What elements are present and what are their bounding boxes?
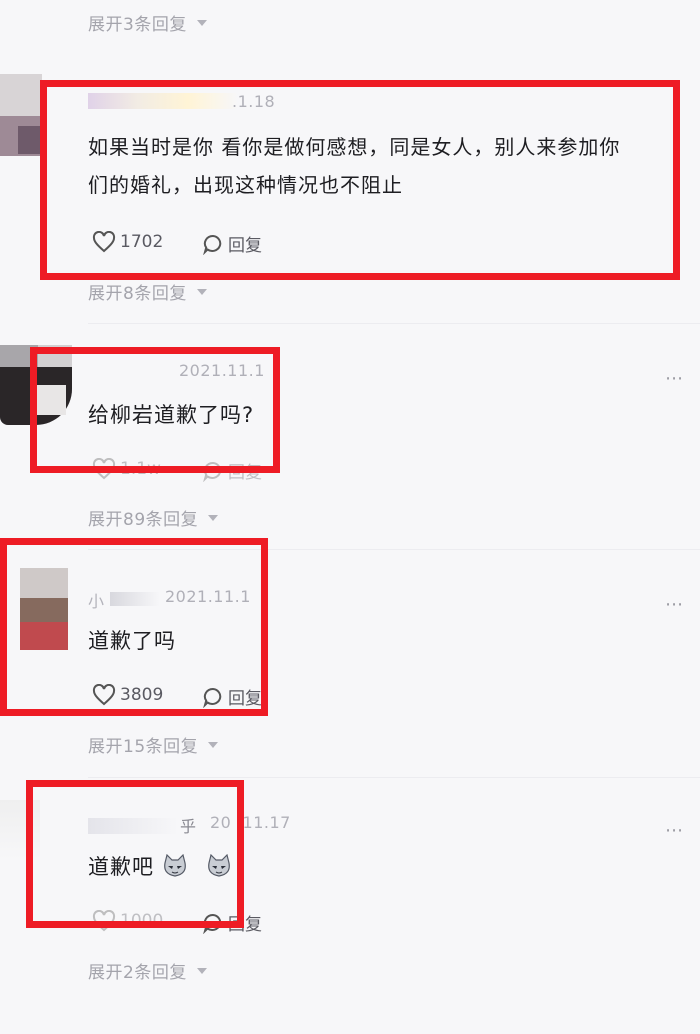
like-count: 1.1w — [120, 459, 161, 479]
comment-bubble-icon — [203, 234, 222, 255]
user-nickname[interactable] — [88, 93, 238, 109]
like-button[interactable]: 3809 — [92, 684, 163, 706]
reply-label: 回复 — [228, 463, 262, 483]
expand-replies-label: 展开89条回复 — [88, 510, 199, 530]
comment-text-body: 道歉吧 — [88, 855, 154, 879]
heart-icon — [92, 684, 116, 706]
comment-text: 道歉了吗 — [88, 629, 176, 653]
user-nickname[interactable] — [88, 818, 178, 834]
heart-icon — [92, 910, 116, 932]
expand-replies-link[interactable]: 展开89条回复 — [88, 505, 219, 530]
user-nickname[interactable]: 小 — [88, 588, 105, 612]
comment-time: 20 .11.17 — [210, 813, 291, 832]
comment-bubble-icon — [203, 913, 222, 934]
chevron-down-icon — [208, 514, 219, 521]
reply-label: 回复 — [228, 915, 262, 935]
user-nickname-blur — [110, 592, 160, 606]
like-button[interactable]: 1702 — [92, 231, 163, 253]
like-button[interactable]: 1.1w — [92, 458, 161, 480]
expand-replies-label: 展开3条回复 — [88, 15, 187, 35]
chevron-down-icon — [196, 288, 207, 295]
heart-icon — [92, 458, 116, 480]
chevron-down-icon — [208, 741, 219, 748]
more-options-icon[interactable]: ⋯ — [665, 594, 684, 615]
reply-label: 回复 — [228, 236, 262, 256]
like-button[interactable]: 1000 — [92, 910, 163, 932]
expand-replies-label: 展开2条回复 — [88, 963, 187, 983]
chevron-down-icon — [196, 967, 207, 974]
expand-replies-link[interactable]: 展开3条回复 — [88, 10, 207, 35]
expand-replies-link[interactable]: 展开8条回复 — [88, 279, 207, 304]
chevron-down-icon — [196, 19, 207, 26]
comment-text-line: 们的婚礼，出现这种情况也不阻止 — [88, 173, 403, 197]
avatar[interactable] — [0, 800, 40, 860]
reply-button[interactable]: 回复 — [202, 458, 262, 483]
reply-label: 回复 — [228, 689, 262, 709]
expand-replies-link[interactable]: 展开2条回复 — [88, 958, 207, 983]
comment-text: 道歉吧 — [88, 848, 242, 886]
divider — [88, 777, 700, 778]
like-count: 1702 — [120, 232, 164, 252]
avatar[interactable] — [20, 568, 68, 650]
avatar[interactable] — [0, 345, 72, 425]
comment-time: .1.18 — [232, 92, 276, 111]
comment-bubble-icon — [203, 687, 222, 708]
comment-time: 2021.11.1 — [165, 587, 251, 606]
divider — [88, 549, 700, 550]
heart-icon — [92, 231, 116, 253]
avatar[interactable] — [0, 74, 42, 156]
like-count: 1000 — [120, 911, 164, 931]
expand-replies-label: 展开15条回复 — [88, 737, 199, 757]
expand-replies-link[interactable]: 展开15条回复 — [88, 732, 219, 757]
cat-face-emoji-icon — [208, 854, 230, 877]
like-count: 3809 — [120, 685, 164, 705]
more-options-icon[interactable]: ⋯ — [665, 820, 684, 841]
comment-text: 给柳岩道歉了吗? — [88, 403, 255, 427]
user-nickname-tail: 乎 — [180, 817, 197, 836]
reply-button[interactable]: 回复 — [202, 910, 262, 935]
expand-replies-label: 展开8条回复 — [88, 284, 187, 304]
divider — [88, 323, 700, 324]
more-options-icon[interactable]: ⋯ — [665, 368, 684, 389]
comment-time: 2021.11.1 — [179, 361, 265, 380]
cat-face-emoji-icon — [164, 854, 186, 877]
reply-button[interactable]: 回复 — [202, 231, 262, 256]
comment-text-line: 如果当时是你 看你是做何感想，同是女人，别人来参加你 — [88, 135, 621, 159]
comment-bubble-icon — [203, 461, 222, 482]
comment-text: 如果当时是你 看你是做何感想，同是女人，别人来参加你 们的婚礼，出现这种情况也不… — [88, 128, 620, 204]
reply-button[interactable]: 回复 — [202, 684, 262, 709]
